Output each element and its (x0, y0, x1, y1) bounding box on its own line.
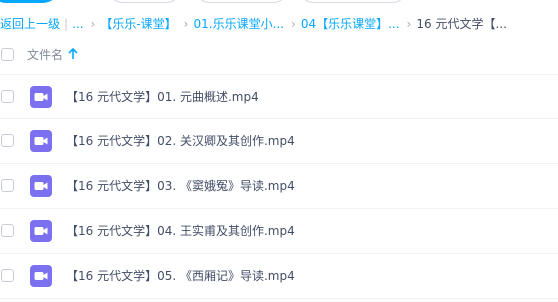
file-name[interactable]: 【16 元代文学】01. 元曲概述.mp4 (66, 88, 259, 106)
video-file-icon (30, 130, 52, 152)
breadcrumb: 返回上一级 | ... › 【乐乐-课堂】 › 01.乐乐课堂小... › 04… (0, 15, 507, 33)
row-checkbox[interactable] (1, 224, 14, 237)
select-all-checkbox[interactable] (1, 48, 14, 61)
chevron-right-icon: › (90, 17, 96, 31)
file-row[interactable]: 【16 元代文学】03. 《窦娥冤》导读.mp4 (0, 164, 558, 209)
row-checkbox[interactable] (1, 134, 14, 147)
breadcrumb-item-3[interactable]: 04【乐乐课堂】... (301, 15, 400, 33)
arrow-up-icon[interactable] (68, 47, 78, 61)
file-browser: 返回上一级 | ... › 【乐乐-课堂】 › 01.乐乐课堂小... › 04… (0, 0, 558, 302)
chevron-right-icon: › (406, 17, 412, 31)
breadcrumb-ellipsis[interactable]: ... (72, 15, 83, 33)
file-list-header: 文件名 (0, 44, 558, 66)
file-row[interactable]: 【16 元代文学】01. 元曲概述.mp4 (0, 74, 558, 119)
video-file-icon (30, 86, 52, 108)
back-link[interactable]: 返回上一级 (0, 15, 60, 33)
row-checkbox[interactable] (1, 90, 14, 103)
row-checkbox[interactable] (1, 269, 14, 282)
file-row[interactable]: 【16 元代文学】02. 关汉卿及其创作.mp4 (0, 119, 558, 164)
file-name[interactable]: 【16 元代文学】05. 《西厢记》导读.mp4 (66, 267, 295, 285)
file-list: 【16 元代文学】01. 元曲概述.mp4 【16 元代文学】02. 关汉卿及其… (0, 74, 558, 299)
toolbar-button-2[interactable] (107, 0, 182, 3)
chevron-right-icon: › (183, 17, 189, 31)
file-name[interactable]: 【16 元代文学】03. 《窦娥冤》导读.mp4 (66, 177, 295, 195)
video-file-icon (30, 175, 52, 197)
video-file-icon (30, 265, 52, 287)
file-row[interactable]: 【16 元代文学】04. 王实甫及其创作.mp4 (0, 209, 558, 254)
video-file-icon (30, 220, 52, 242)
file-row[interactable]: 【16 元代文学】05. 《西厢记》导读.mp4 (0, 254, 558, 299)
breadcrumb-separator: | (64, 17, 69, 31)
row-checkbox[interactable] (1, 179, 14, 192)
chevron-right-icon: › (291, 17, 296, 31)
file-name[interactable]: 【16 元代文学】04. 王实甫及其创作.mp4 (66, 222, 295, 240)
file-name[interactable]: 【16 元代文学】02. 关汉卿及其创作.mp4 (66, 132, 295, 150)
column-header-filename[interactable]: 文件名 (27, 46, 63, 63)
breadcrumb-item-2[interactable]: 01.乐乐课堂小... (193, 15, 284, 33)
breadcrumb-item-1[interactable]: 【乐乐-课堂】 (100, 15, 176, 33)
toolbar-button-3[interactable] (194, 0, 289, 3)
breadcrumb-current: 16 元代文学【... (416, 17, 507, 31)
toolbar-button-4[interactable] (298, 0, 408, 3)
toolbar-primary-button[interactable] (0, 0, 59, 3)
